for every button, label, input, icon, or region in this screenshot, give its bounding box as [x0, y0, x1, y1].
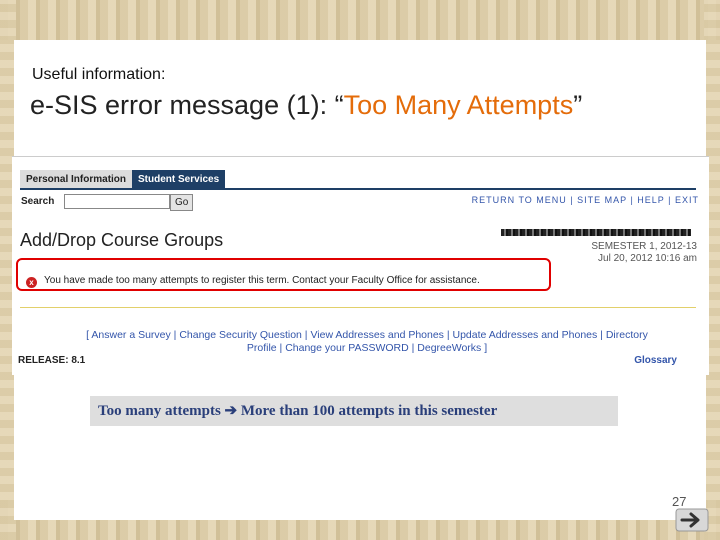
page-heading: Add/Drop Course Groups	[20, 230, 224, 250]
footer-links-line2[interactable]: Profile | Change your PASSWORD | DegreeW…	[32, 342, 702, 355]
tab-student-services[interactable]: Student Services	[132, 170, 226, 189]
term-info: SEMESTER 1, 2012-13 Jul 20, 2012 10:16 a…	[591, 241, 697, 265]
next-slide-icon[interactable]	[675, 508, 709, 532]
tab-underline	[20, 188, 696, 190]
separator-line	[20, 307, 696, 308]
caption-left: Too many attempts	[98, 403, 221, 419]
caption-right: More than 100 attempts in this semester	[240, 403, 498, 419]
footer-links[interactable]: [ Answer a Survey | Change Security Ques…	[32, 329, 702, 355]
search-input[interactable]	[64, 194, 170, 209]
decorative-frame-top	[0, 0, 720, 40]
glossary-link[interactable]: Glossary	[634, 355, 677, 366]
slide-kicker: Useful information:	[32, 66, 166, 83]
footer-links-line1[interactable]: [ Answer a Survey | Change Security Ques…	[32, 329, 702, 342]
term-timestamp: Jul 20, 2012 10:16 am	[598, 253, 697, 264]
tab-bar: Personal Information Student Services	[20, 169, 226, 189]
arrow-right-icon: ➔	[224, 403, 238, 419]
title-highlight: Too Many Attempts	[343, 90, 574, 120]
search-label: Search	[21, 196, 55, 207]
caption-box: Too many attempts ➔ More than 100 attemp…	[90, 396, 618, 426]
page-number: 27	[672, 494, 687, 509]
release-label: RELEASE: 8.1	[18, 355, 86, 366]
slide-title: e-SIS error message (1): “Too Many Attem…	[30, 90, 582, 121]
error-message: You have made too many attempts to regis…	[44, 275, 480, 286]
top-nav-links[interactable]: RETURN TO MENU | SITE MAP | HELP | EXIT	[472, 195, 699, 205]
error-icon: x	[26, 277, 37, 288]
go-button[interactable]: Go	[170, 194, 194, 211]
title-prefix: e-SIS error message (1): “	[30, 90, 344, 120]
tab-personal-information[interactable]: Personal Information	[20, 170, 133, 189]
title-suffix: ”	[573, 90, 583, 120]
redacted-scribble	[501, 229, 691, 236]
term-semester: SEMESTER 1, 2012-13	[591, 241, 697, 252]
